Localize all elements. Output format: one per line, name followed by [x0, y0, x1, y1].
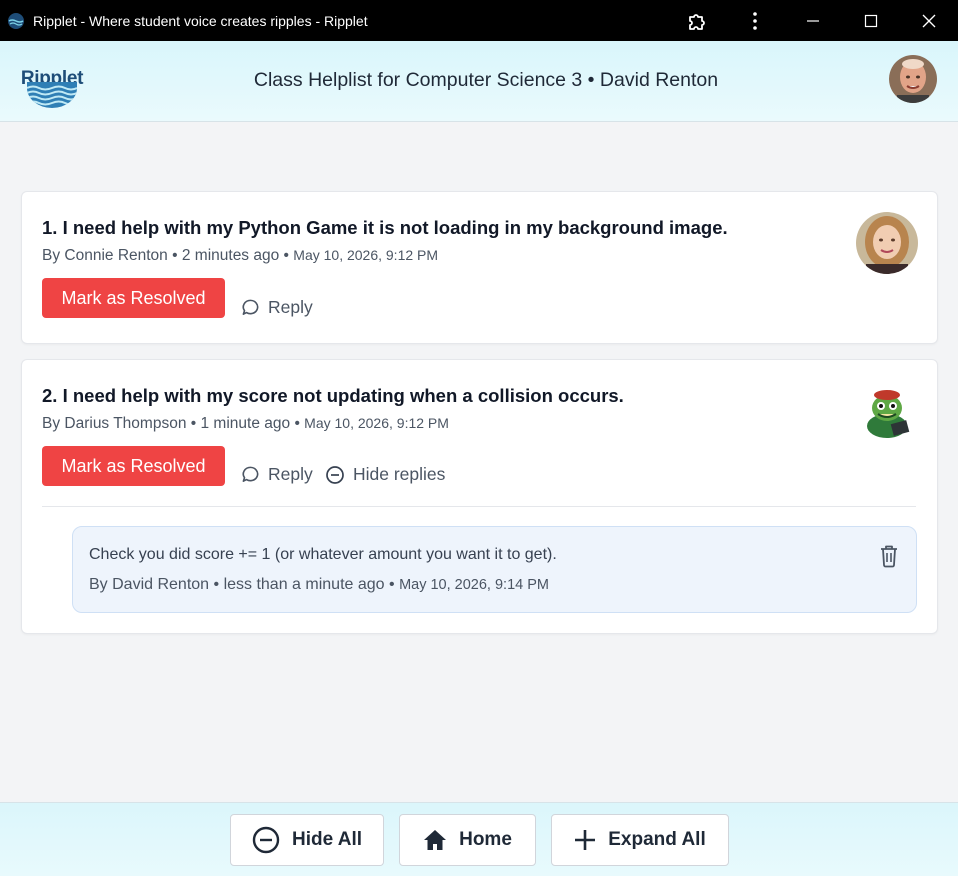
question-title: 1. I need help with my Python Game it is… — [42, 217, 728, 238]
extensions-icon — [689, 13, 705, 30]
user-avatar[interactable] — [889, 55, 937, 103]
reply-button[interactable]: Reply — [241, 297, 313, 318]
mark-resolved-button[interactable]: Mark as Resolved — [42, 446, 225, 486]
plus-icon — [575, 830, 596, 850]
window-title: Ripplet - Where student voice creates ri… — [33, 12, 368, 29]
question-card: 1. I need help with my Python Game it is… — [21, 191, 938, 344]
mark-resolved-button[interactable]: Mark as Resolved — [42, 278, 225, 318]
author-avatar-image — [856, 380, 918, 442]
home-button[interactable]: Home — [399, 814, 536, 866]
meta-separator: • — [283, 247, 294, 264]
close-button[interactable] — [900, 0, 958, 41]
reply-label: Reply — [268, 297, 313, 317]
hide-replies-button[interactable]: Hide replies — [325, 464, 445, 485]
minimize-icon — [807, 19, 819, 22]
comment-icon — [242, 466, 259, 482]
reply-author: By David Renton — [89, 576, 210, 593]
comment-icon — [242, 299, 259, 315]
meta-separator: • — [190, 415, 201, 432]
reply-text: Check you did score += 1 (or whatever am… — [89, 546, 557, 563]
home-icon — [424, 830, 447, 850]
ripplet-app-icon — [8, 12, 24, 29]
reply-relative-time: less than a minute ago — [223, 576, 385, 593]
question-timestamp: May 10, 2026, 9:12 PM — [293, 247, 439, 263]
reply-meta: By David Renton • less than a minute ago… — [89, 576, 549, 594]
hide-replies-label: Hide replies — [353, 464, 446, 484]
question-author-avatar — [856, 380, 918, 442]
minus-circle-icon — [252, 826, 280, 854]
meta-separator: • — [389, 576, 400, 593]
meta-separator: • — [213, 576, 224, 593]
footer-bar: Hide All Home Expand All — [0, 802, 958, 876]
reply-item: Check you did score += 1 (or whatever am… — [72, 526, 917, 613]
page-title: Class Helplist for Computer Science 3 • … — [253, 69, 719, 91]
reply-timestamp: May 10, 2026, 9:14 PM — [399, 577, 549, 593]
author-avatar-image — [856, 212, 918, 274]
question-meta: By Connie Renton • 2 minutes ago • May 1… — [42, 247, 438, 265]
question-author: By Connie Renton — [42, 247, 168, 264]
more-options-button[interactable] — [726, 0, 784, 41]
window-titlebar: Ripplet - Where student voice creates ri… — [0, 0, 958, 41]
home-label: Home — [459, 829, 512, 850]
maximize-icon — [864, 14, 878, 27]
user-avatar-image — [889, 55, 937, 103]
window-controls — [668, 0, 958, 41]
hide-all-label: Hide All — [291, 829, 363, 850]
meta-separator: • — [294, 415, 305, 432]
question-card: 2. I need help with my score not updatin… — [21, 359, 938, 634]
extensions-button[interactable] — [668, 0, 726, 41]
delete-reply-button[interactable] — [878, 544, 900, 572]
maximize-button[interactable] — [842, 0, 900, 41]
question-author: By Darius Thompson — [42, 415, 187, 432]
question-relative-time: 1 minute ago — [200, 415, 291, 432]
question-relative-time: 2 minutes ago — [181, 247, 280, 264]
close-icon — [922, 14, 936, 27]
reply-label: Reply — [268, 464, 313, 484]
minimize-button[interactable] — [784, 0, 842, 41]
expand-all-button[interactable]: Expand All — [551, 814, 729, 866]
reply-button[interactable]: Reply — [241, 464, 313, 485]
question-author-avatar — [856, 212, 918, 274]
question-title: 2. I need help with my score not updatin… — [42, 385, 624, 406]
minus-circle-icon — [326, 465, 344, 484]
replies-divider — [42, 506, 916, 507]
expand-all-label: Expand All — [608, 829, 706, 850]
meta-separator: • — [172, 247, 182, 264]
question-timestamp: May 10, 2026, 9:12 PM — [304, 415, 449, 431]
question-meta: By Darius Thompson • 1 minute ago • May … — [42, 415, 449, 433]
more-icon — [753, 11, 757, 30]
app-header: Ripplet Class Helplist for Computer Scie… — [0, 41, 958, 122]
hide-all-button[interactable]: Hide All — [230, 814, 384, 866]
trash-icon — [881, 545, 897, 568]
